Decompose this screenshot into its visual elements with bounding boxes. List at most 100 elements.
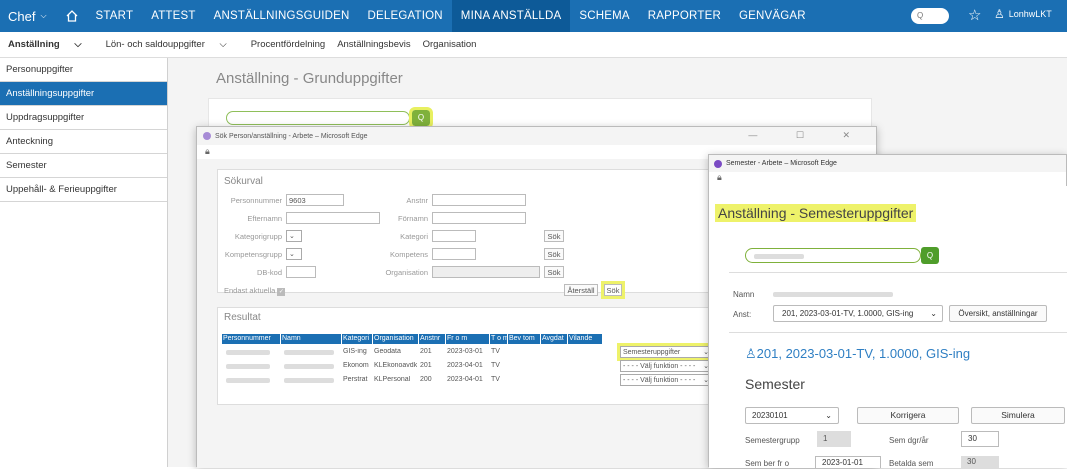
window-title: Semester - Arbete – Microsoft Edge (726, 160, 837, 167)
window-controls[interactable]: — ☐ ✕ (748, 130, 868, 141)
label-fornamn: Förnamn (397, 214, 428, 223)
organisation-sok-button[interactable]: Sök (544, 266, 564, 278)
nav-genvagar[interactable]: GENVÄGAR (730, 0, 815, 32)
subnav-lon[interactable]: Lön- och saldouppgifter ⌵ (106, 39, 239, 50)
window-title: Sök Person/anställning - Arbete – Micros… (215, 132, 368, 140)
organisation-input[interactable] (432, 266, 540, 278)
sidebar-item-anstallningsuppgifter[interactable]: Anställningsuppgifter (0, 82, 167, 106)
sidebar-item-uppdragsuppgifter[interactable]: Uppdragsuppgifter (0, 106, 167, 130)
simulera-button[interactable]: Simulera (971, 407, 1065, 424)
period-value: 20230101 (752, 411, 788, 420)
anstnr-input[interactable] (432, 194, 526, 206)
anst-selected-value: 201, 2023-03-01-TV, 1.0000, GIS-ing (782, 309, 914, 318)
edge-icon (203, 132, 211, 140)
subnav-label: Anställning (8, 39, 60, 50)
sidebar-item-personuppgifter[interactable]: Personuppgifter (0, 58, 167, 82)
kompetens-sok-button[interactable]: Sök (544, 248, 564, 260)
cell-organisation: Geodata (374, 348, 401, 355)
nav-mina-anstallda[interactable]: MINA ANSTÄLLDA (451, 0, 571, 32)
kategori-input[interactable] (432, 230, 476, 242)
column-header: Personnummer (222, 334, 280, 344)
dbkod-input[interactable] (286, 266, 316, 278)
address-bar: 🔒︎ (709, 172, 1066, 186)
nav-rapporter[interactable]: RAPPORTER (639, 0, 730, 32)
lock-icon: 🔒︎ (205, 146, 210, 156)
efternamn-input[interactable] (286, 212, 380, 224)
cell-from: 2023-04-01 (447, 362, 483, 369)
endast-label: Endast aktuella (224, 286, 276, 295)
nav-anstallningsguiden[interactable]: ANSTÄLLNINGSGUIDEN (205, 0, 359, 32)
blurred-namn (284, 364, 334, 369)
nav-start[interactable]: START (87, 0, 143, 32)
cell-tom: TV (491, 362, 500, 369)
search-button[interactable]: Q (921, 247, 939, 264)
endast-aktuella-checkbox[interactable]: ✓ (277, 288, 286, 296)
label-anstnr: Anstnr (406, 196, 428, 205)
home-icon[interactable] (57, 0, 87, 32)
anst-select[interactable]: 201, 2023-03-01-TV, 1.0000, GIS-ing ⌄ (773, 305, 943, 322)
function-select[interactable]: - - - - Välj funktion - - - - ⌄ (620, 360, 712, 372)
label-organisation: Organisation (385, 268, 428, 277)
global-search-input[interactable]: Q (911, 8, 949, 24)
semberfrom-input[interactable]: 2023-01-01 (815, 456, 881, 468)
section-heading: Semester (745, 376, 805, 392)
oversikt-button[interactable]: Översikt, anställningar (949, 305, 1047, 322)
blurred-search-text (754, 254, 804, 259)
namn-label: Namn (733, 290, 755, 299)
kategorigrupp-select[interactable]: ⌄ (286, 230, 302, 242)
kompetensgrupp-select[interactable]: ⌄ (286, 248, 302, 260)
user-icon: ♙ (994, 7, 1005, 21)
cell-kategori: Ekonom (343, 362, 369, 369)
function-select[interactable]: - - - - Välj funktion - - - - ⌄ (620, 374, 712, 386)
star-icon[interactable]: ☆ (968, 6, 981, 24)
cell-from: 2023-04-01 (447, 376, 483, 383)
page-title: Anställning - Grunduppgifter (216, 70, 403, 87)
kompetens-input[interactable] (432, 248, 476, 260)
selected-function: Semesteruppgifter (623, 349, 681, 356)
subnav-anstallning[interactable]: Anställning ⌵ (8, 39, 94, 50)
sidebar-item-uppehall[interactable]: Uppehåll- & Ferieuppgifter (0, 178, 167, 202)
korrigera-button[interactable]: Korrigera (857, 407, 959, 424)
user-menu[interactable]: ♙ LonhwLKT (994, 7, 1052, 21)
semester-window: Semester - Arbete – Microsoft Edge 🔒︎ An… (708, 154, 1067, 468)
period-select[interactable]: 20230101 ⌄ (745, 407, 839, 424)
column-header: Kategori (342, 334, 372, 344)
function-select[interactable]: Semesteruppgifter ⌄ (617, 343, 715, 361)
sidebar-item-semester[interactable]: Semester (0, 154, 167, 178)
subnav-bevis[interactable]: Anställningsbevis (337, 39, 410, 50)
column-header: Bev tom (508, 334, 540, 344)
role-selector[interactable]: Chef ⌵ (0, 9, 57, 24)
subnav-organisation[interactable]: Organisation (423, 39, 477, 50)
employee-search-input[interactable] (745, 248, 921, 263)
divider (729, 332, 1067, 333)
blurred-namn (773, 292, 893, 297)
reset-button[interactable]: Återställ (564, 284, 598, 296)
personnummer-input[interactable]: 9603 (286, 194, 344, 206)
sidebar-item-anteckning[interactable]: Anteckning (0, 130, 167, 154)
chevron-down-icon: ⌄ (930, 309, 937, 318)
cell-tom: TV (491, 348, 500, 355)
results-title: Resultat (224, 312, 261, 323)
betalda-value: 30 (961, 456, 999, 468)
kategori-sok-button[interactable]: Sök (544, 230, 564, 242)
subnav-label: Lön- och saldouppgifter (105, 39, 205, 50)
subnav-procent[interactable]: Procentfördelning (251, 39, 325, 50)
cell-kategori: GIS-ing (343, 348, 367, 355)
cell-tom: TV (491, 376, 500, 383)
semdgr-input[interactable]: 30 (961, 431, 999, 447)
employee-search-input[interactable] (226, 111, 410, 125)
cell-kategori: Perstrat (343, 376, 368, 383)
edge-icon (714, 159, 722, 168)
cell-organisation: KLPersonal (374, 376, 411, 383)
divider (729, 272, 1067, 273)
search-button[interactable]: Q (409, 107, 433, 129)
fornamn-input[interactable] (432, 212, 526, 224)
nav-schema[interactable]: SCHEMA (570, 0, 638, 32)
window-titlebar: Semester - Arbete – Microsoft Edge (709, 155, 1066, 172)
employee-heading[interactable]: ♙201, 2023-03-01-TV, 1.0000, GIS-ing (745, 346, 970, 362)
search-sok-button[interactable]: Sök (601, 281, 625, 299)
employee-heading-text: 201, 2023-03-01-TV, 1.0000, GIS-ing (756, 346, 971, 361)
sub-navigation: Anställning ⌵ Lön- och saldouppgifter ⌵ … (0, 32, 1067, 58)
nav-attest[interactable]: ATTEST (142, 0, 204, 32)
nav-delegation[interactable]: DELEGATION (359, 0, 452, 32)
